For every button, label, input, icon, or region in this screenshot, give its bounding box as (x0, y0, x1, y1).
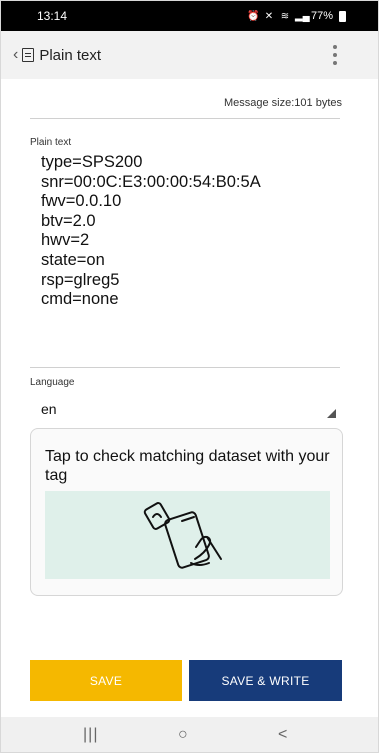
plain-text-underline (30, 367, 340, 368)
plain-text-label: Plain text (30, 137, 72, 148)
plain-text-line: type=SPS200 (41, 153, 143, 171)
message-size: Message size:101 bytes (223, 97, 342, 109)
status-icons: ⏰ ✕ ≋ ▂▄ 77% (247, 10, 346, 22)
screen: 13:14 ⏰ ✕ ≋ ▂▄ 77% ‹ Plain text Message … (0, 0, 379, 753)
battery-icon (339, 10, 346, 22)
signal-icon: ▂▄ (294, 10, 310, 22)
language-label: Language (30, 377, 75, 388)
plain-text-line: snr=00:0C:E3:00:00:54:B0:5A (41, 172, 261, 191)
phone-tap-icon (143, 502, 222, 569)
save-button[interactable]: SAVE (30, 660, 182, 701)
plain-text-line: btv=2.0 (41, 211, 96, 230)
status-bar: 13:14 ⏰ ✕ ≋ ▂▄ 77% (1, 1, 378, 31)
battery-percent: 77% (310, 10, 333, 22)
more-options-icon[interactable] (332, 42, 338, 68)
document-icon (22, 48, 35, 62)
plain-text-line: state=on (41, 250, 105, 269)
status-time: 13:14 (37, 9, 68, 23)
alarm-icon: ⏰ (246, 10, 260, 22)
page-title: Plain text (39, 46, 102, 64)
language-select[interactable]: en (41, 401, 57, 417)
plain-text-line: fwv=0.0.10 (41, 192, 122, 211)
app-bar: ‹ Plain text (1, 31, 378, 79)
check-dataset-text: Tap to check matching dataset with your … (45, 448, 330, 484)
mute-icon: ✕ (264, 10, 274, 22)
system-nav-bar: ||| ○ < (1, 717, 378, 752)
plain-text-field[interactable]: type=SPS200 snr=00:0C:E3:00:00:54:B0:5A … (41, 153, 261, 310)
back-chevron-icon[interactable]: ‹ (13, 46, 18, 64)
plain-text-line: rsp=glreg5 (41, 270, 120, 289)
plain-text-line: cmd=none (41, 290, 119, 309)
divider (30, 118, 340, 119)
plain-text-line: hwv=2 (41, 231, 90, 250)
home-icon[interactable]: ○ (178, 726, 188, 744)
recents-icon[interactable]: ||| (83, 726, 98, 744)
nfc-tap-illustration (45, 491, 330, 579)
dropdown-arrow-icon[interactable] (327, 409, 336, 418)
wifi-icon: ≋ (280, 10, 290, 22)
check-dataset-card[interactable]: Tap to check matching dataset with your … (30, 428, 343, 596)
save-and-write-button[interactable]: SAVE & WRITE (189, 660, 342, 701)
back-icon[interactable]: < (278, 726, 287, 744)
